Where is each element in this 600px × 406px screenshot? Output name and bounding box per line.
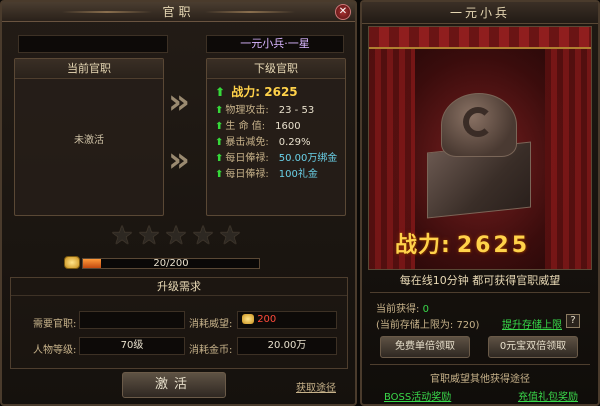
current-gain: 当前获得: 0 <box>376 300 429 315</box>
current-rank-box: 当前官职 未激活 <box>14 58 164 216</box>
stat-label: 每日俸禄: <box>225 153 269 164</box>
progress-track: 20/200 <box>82 258 260 269</box>
rank-detail-panel: 一元小兵 战力: 2625 每在线10分钟 都可获得官职威望 当前获得: 0 (当… <box>360 0 600 406</box>
other-ways-header: 官职威望其他获得途径 <box>430 374 530 385</box>
character-level-value: 70级 <box>79 337 185 355</box>
next-stat-row: ⬆ 每日俸禄: 100礼金 <box>207 167 345 183</box>
prestige-cost-field: 200 <box>237 311 337 329</box>
next-rank-header: 下级官职 <box>207 59 345 79</box>
title-decoration-right <box>205 11 295 13</box>
requirements-header: 升级需求 <box>11 278 347 296</box>
stat-label: 物理攻击: <box>225 105 269 116</box>
current-rank-header: 当前官职 <box>15 59 163 79</box>
next-stat-list: ⬆ 物理攻击: 23 - 53 ⬆ 生 命 值: 1600 ⬆ 暴击减免: 0.29% ⬆ 每日俸禄… <box>207 103 345 183</box>
gold-ingot-icon <box>242 314 254 324</box>
character-level-label: 人物等级: <box>33 345 77 356</box>
required-rank-label: 需要官职: <box>33 319 77 330</box>
star-icon: ★ <box>218 221 242 251</box>
stat-label: 暴击减免: <box>225 137 269 148</box>
current-gain-value: 0 <box>422 304 429 315</box>
next-rank-name: 一元小兵·一星 <box>206 35 344 53</box>
current-gain-label: 当前获得: <box>376 304 420 315</box>
gold-cost-label: 消耗金币: <box>189 345 233 356</box>
arrow-up-icon: ⬆ <box>215 105 224 116</box>
stat-value: 50.00万绑金 <box>278 153 338 164</box>
next-stat-row: ⬆ 物理攻击: 23 - 53 <box>207 103 345 119</box>
stat-label: 生 命 值: <box>225 121 266 132</box>
boss-reward-link[interactable]: BOSS活动奖励 <box>384 388 451 403</box>
panel-title: 官职 <box>162 5 195 19</box>
recharge-reward-link[interactable]: 充值礼包奖励 <box>518 388 578 403</box>
get-path-link[interactable]: 获取途径 <box>296 379 336 394</box>
star-icon: ★ <box>164 221 188 251</box>
raise-limit-link[interactable]: 提升存储上限 <box>502 316 562 331</box>
gold-ingot-icon <box>64 256 80 269</box>
arrow-up-icon: ⬆ <box>215 169 224 180</box>
stat-label: 每日俸禄: <box>225 169 269 180</box>
stat-value: 0.29% <box>278 137 311 148</box>
next-stat-row: ⬆ 暴击减免: 0.29% <box>207 135 345 151</box>
panel-title-bar: 官职 <box>2 2 355 22</box>
next-power-row: ⬆ 战力: 2625 <box>207 81 345 103</box>
stat-value: 23 - 53 <box>278 105 315 116</box>
divider <box>370 292 590 293</box>
stat-value: 100礼金 <box>278 169 318 180</box>
prestige-cost-label: 消耗威望: <box>189 319 233 330</box>
storage-limit-text: (当前存储上限为: 720) <box>376 320 480 331</box>
star-icon: ★ <box>137 221 161 251</box>
next-stat-row: ⬆ 生 命 值: 1600 <box>207 119 345 135</box>
arrow-up-icon: ⬆ <box>215 85 226 99</box>
paid-claim-button[interactable]: 0元宝双倍领取 <box>488 336 578 358</box>
required-rank-value <box>79 311 185 329</box>
prestige-cost-value: 200 <box>257 314 277 325</box>
star-rating: ★ ★ ★ ★ ★ <box>110 221 242 251</box>
showcase-power-label: 战力: <box>395 233 451 258</box>
rank-title: 一元小兵 <box>362 2 598 24</box>
current-rank-name-slot <box>18 35 168 53</box>
stat-value: 1600 <box>275 121 301 132</box>
rank-showcase: 战力: 2625 <box>368 26 592 270</box>
next-stat-row: ⬆ 每日俸禄: 50.00万绑金 <box>207 151 345 167</box>
gold-cost-value: 20.00万 <box>237 337 337 355</box>
current-rank-status: 未激活 <box>74 135 104 146</box>
arrow-up-icon: ⬆ <box>215 153 224 164</box>
upgrade-requirements: 升级需求 需要官职: 消耗威望: 200 人物等级: 70级 消耗金币: 20.… <box>10 277 348 369</box>
arrow-up-icon: ⬆ <box>215 137 224 148</box>
next-power-value: 2625 <box>264 85 298 99</box>
star-icon: ★ <box>110 221 134 251</box>
title-decoration-left <box>62 11 152 13</box>
prestige-progress: 20/200 <box>64 256 264 270</box>
close-icon[interactable]: ✕ <box>335 4 351 20</box>
progress-text: 20/200 <box>153 258 189 269</box>
double-chevron-right-icon: » <box>168 140 190 180</box>
seal-swirl <box>463 107 493 137</box>
official-rank-panel: 官职 ✕ 一元小兵·一星 当前官职 未激活 » » 下级官职 ⬆ 战力: 262… <box>0 0 357 406</box>
help-icon[interactable]: ? <box>566 314 580 328</box>
activate-button[interactable]: 激活 <box>122 372 226 398</box>
arrow-up-icon: ⬆ <box>215 121 224 132</box>
divider <box>370 364 590 365</box>
prestige-info-text: 每在线10分钟 都可获得官职威望 <box>399 274 561 287</box>
next-power-label: 战力: <box>231 85 261 99</box>
showcase-power: 战力: 2625 <box>395 227 530 259</box>
showcase-power-value: 2625 <box>456 233 531 258</box>
free-claim-button[interactable]: 免费单倍领取 <box>380 336 470 358</box>
double-chevron-right-icon: » <box>168 82 190 122</box>
curtain-valance <box>369 27 591 49</box>
star-icon: ★ <box>191 221 215 251</box>
curtain-right <box>545 27 591 269</box>
next-rank-box: 下级官职 ⬆ 战力: 2625 ⬆ 物理攻击: 23 - 53 ⬆ 生 命 值: 1600… <box>206 58 346 216</box>
